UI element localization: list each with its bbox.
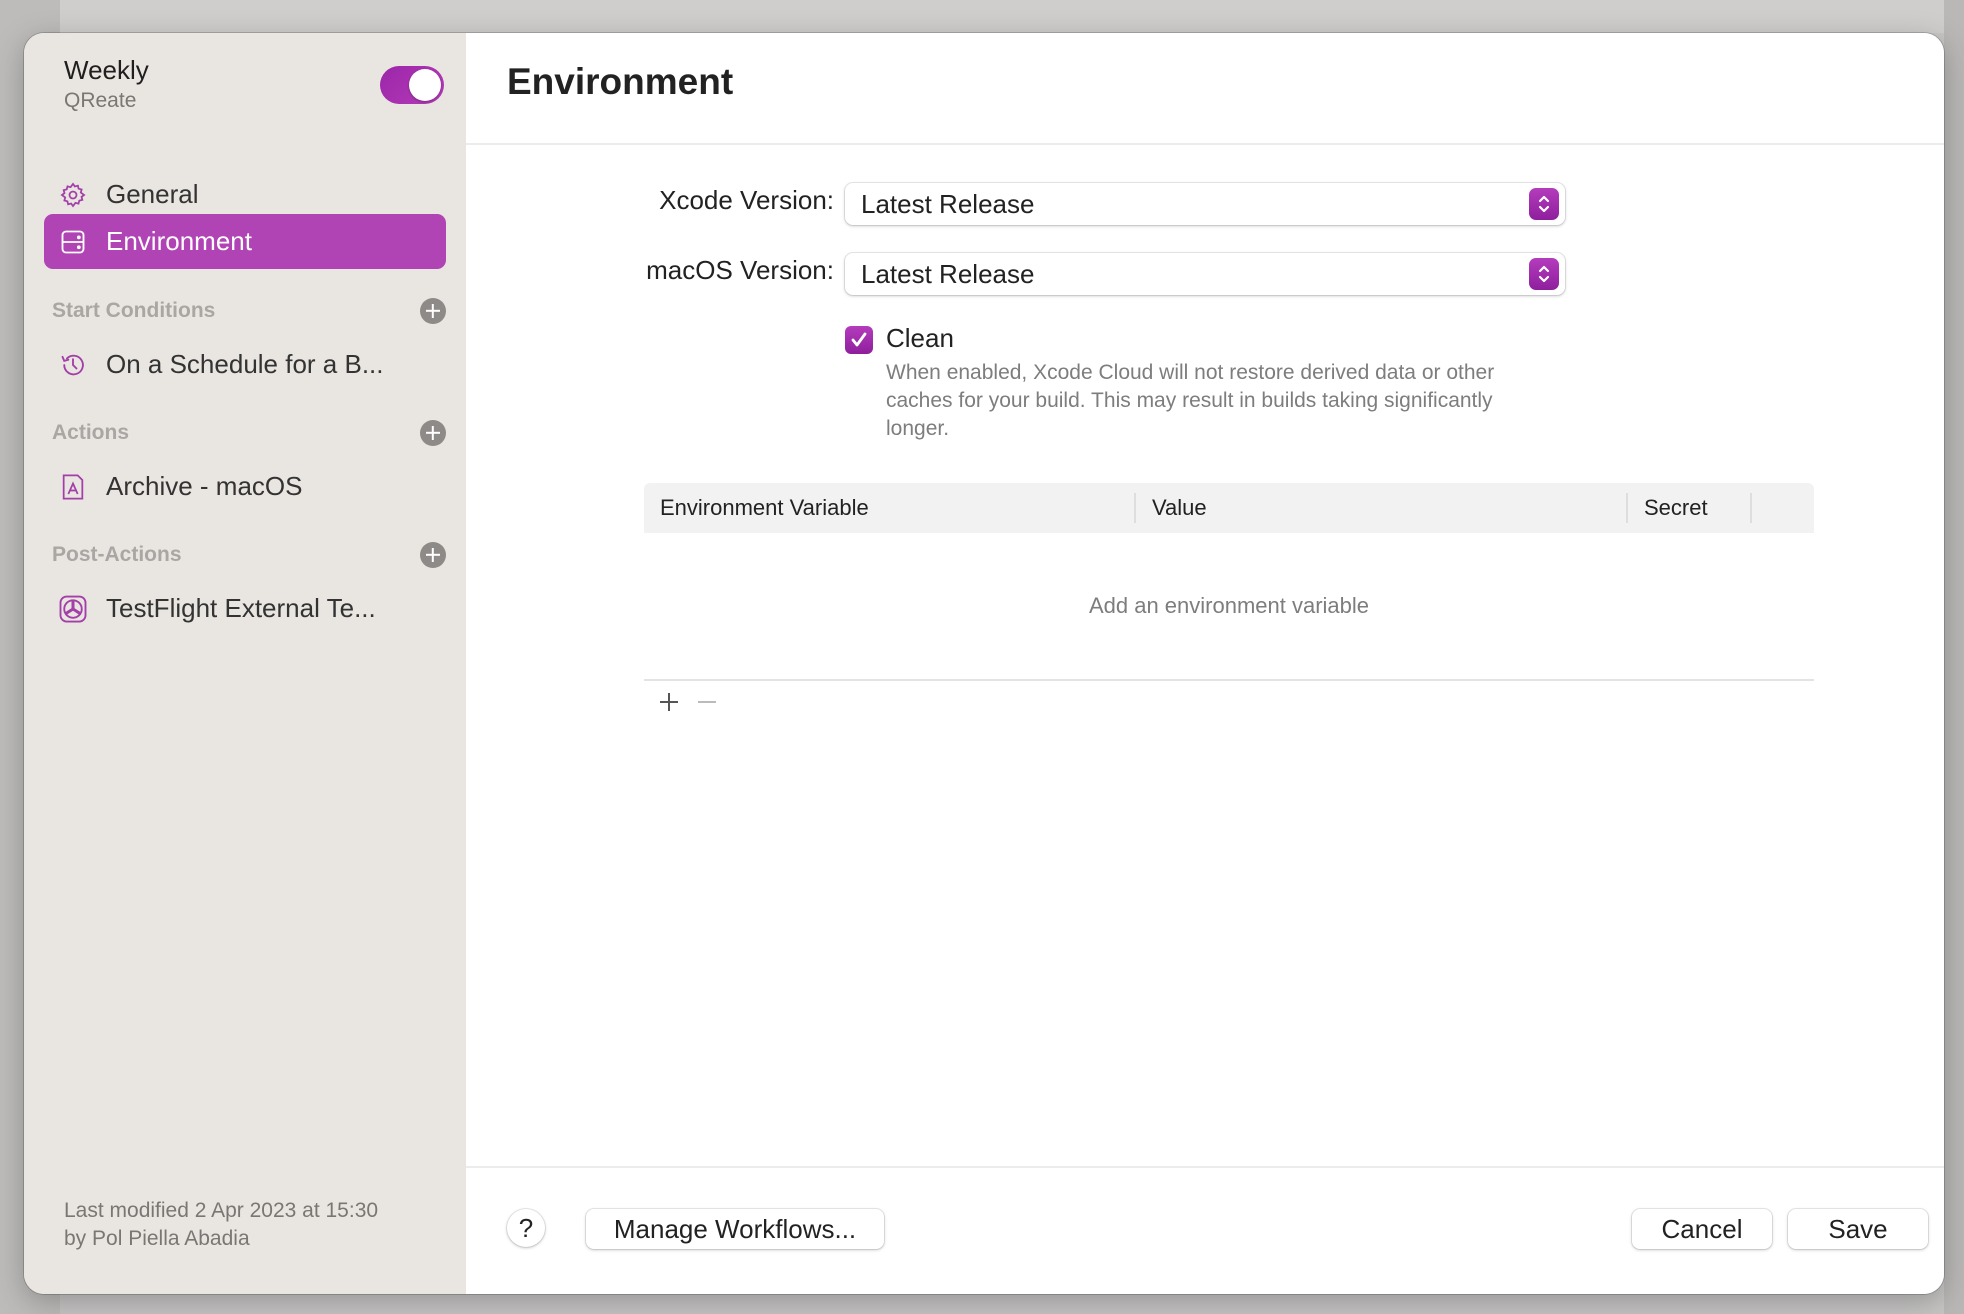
app-archive-icon (56, 470, 90, 504)
workflow-enabled-toggle[interactable] (380, 66, 444, 104)
main-header: Environment (466, 33, 1944, 145)
macos-version-value: Latest Release (861, 258, 1035, 289)
server-icon (56, 225, 90, 259)
xcode-version-value: Latest Release (861, 188, 1035, 219)
column-header-variable[interactable]: Environment Variable (660, 483, 869, 533)
gear-icon (56, 178, 90, 212)
section-actions: Actions (52, 417, 446, 449)
last-modified-info: Last modified 2 Apr 2023 at 15:30 by Pol… (64, 1197, 378, 1253)
column-divider (1134, 493, 1136, 523)
column-header-secret[interactable]: Secret (1644, 483, 1708, 533)
background-window-top (60, 0, 1964, 33)
env-table-empty-message: Add an environment variable (1088, 593, 1370, 618)
workflow-product: QReate (64, 89, 137, 112)
minus-icon (698, 701, 716, 703)
clock-history-icon (56, 348, 90, 382)
clean-checkbox[interactable] (845, 326, 873, 354)
sidebar-item-post-action[interactable]: TestFlight External Te... (44, 581, 446, 636)
chevron-up-down-icon (1529, 188, 1559, 220)
section-start-conditions: Start Conditions (52, 295, 446, 327)
xcode-version-popup[interactable]: Latest Release (845, 183, 1565, 225)
sidebar-item-start-condition[interactable]: On a Schedule for a B... (44, 337, 446, 392)
sidebar-item-label: Environment (106, 226, 252, 256)
sidebar-item-environment[interactable]: Environment (44, 214, 446, 269)
sidebar: Weekly QReate General Environment Start … (24, 33, 466, 1294)
add-action-button[interactable] (420, 420, 446, 446)
section-title: Start Conditions (52, 299, 216, 322)
sidebar-item-label: On a Schedule for a B... (106, 349, 384, 379)
manage-workflows-button[interactable]: Manage Workflows... (586, 1209, 884, 1249)
cancel-button[interactable]: Cancel (1632, 1209, 1772, 1249)
remove-variable-button[interactable] (692, 687, 722, 717)
workflow-name: Weekly (64, 55, 149, 85)
page-title: Environment (507, 61, 734, 102)
add-start-condition-button[interactable] (420, 298, 446, 324)
background-window-right (1944, 0, 1964, 1314)
plus-icon (660, 693, 678, 711)
testflight-icon (56, 592, 90, 626)
column-divider (1626, 493, 1628, 523)
chevron-up-down-icon (1529, 258, 1559, 290)
macos-version-label: macOS Version: (646, 255, 834, 285)
column-header-value[interactable]: Value (1152, 483, 1207, 533)
sidebar-item-label: General (106, 179, 199, 209)
macos-version-popup[interactable]: Latest Release (845, 253, 1565, 295)
save-button[interactable]: Save (1788, 1209, 1928, 1249)
main-panel: Environment Xcode Version: Latest Releas… (466, 33, 1944, 1294)
last-modified-date: Last modified 2 Apr 2023 at 15:30 (64, 1199, 379, 1222)
xcode-version-label: Xcode Version: (659, 185, 834, 215)
sidebar-item-label: Archive - macOS (106, 471, 303, 501)
section-post-actions: Post-Actions (52, 539, 446, 571)
add-variable-button[interactable] (654, 687, 684, 717)
add-post-action-button[interactable] (420, 542, 446, 568)
sidebar-item-label: TestFlight External Te... (106, 593, 376, 623)
env-table-divider (644, 679, 1814, 681)
footer-divider (466, 1166, 1944, 1168)
last-modified-author: by Pol Piella Abadia (64, 1227, 250, 1250)
env-table-header: Environment Variable Value Secret (644, 483, 1814, 533)
section-title: Post-Actions (52, 543, 182, 566)
clean-description: When enabled, Xcode Cloud will not resto… (886, 361, 1495, 440)
help-button[interactable]: ? (507, 1209, 545, 1247)
column-divider (1750, 493, 1752, 523)
workflow-editor-sheet: Weekly QReate General Environment Start … (24, 33, 1944, 1294)
checkmark-icon (851, 332, 867, 347)
toggle-knob (409, 69, 441, 101)
sidebar-item-action[interactable]: Archive - macOS (44, 459, 446, 514)
section-title: Actions (52, 421, 130, 444)
clean-label: Clean (886, 323, 954, 353)
